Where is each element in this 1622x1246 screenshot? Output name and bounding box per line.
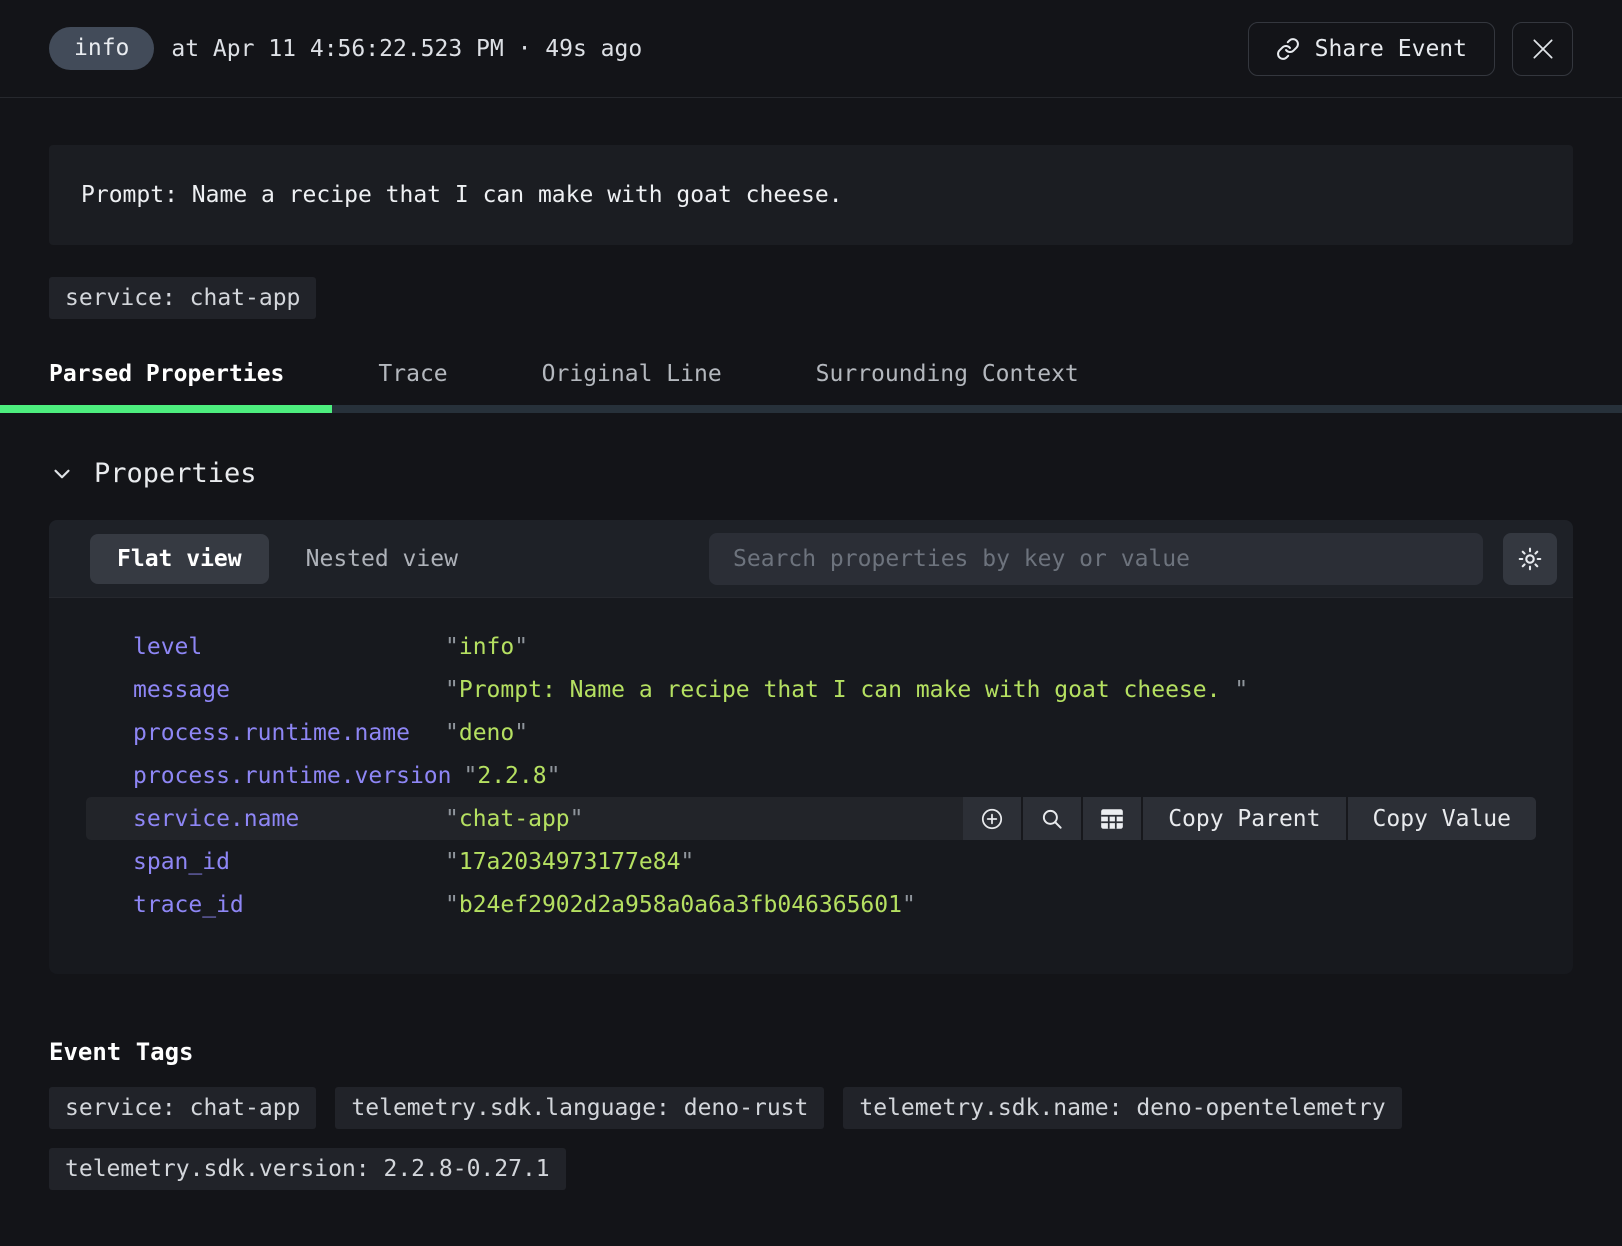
link-icon	[1276, 37, 1300, 61]
active-tab-indicator	[0, 405, 332, 413]
chevron-down-icon[interactable]	[49, 461, 75, 487]
event-message-preview: Prompt: Name a recipe that I can make wi…	[49, 145, 1573, 245]
level-badge: info	[49, 27, 154, 70]
event-tag-list: service: chat-app telemetry.sdk.language:…	[49, 1087, 1573, 1190]
event-tag[interactable]: service: chat-app	[49, 1087, 316, 1129]
property-row-service.name[interactable]: service.name"chat-app" Copy Parent Copy Va…	[86, 797, 1536, 840]
properties-section-header: Properties	[49, 458, 1573, 489]
property-key: level	[133, 634, 445, 660]
event-tag[interactable]: telemetry.sdk.language: deno-rust	[335, 1087, 824, 1129]
share-event-button[interactable]: Share Event	[1248, 22, 1495, 76]
add-column-button[interactable]	[1081, 797, 1141, 840]
property-row-process.runtime.name[interactable]: process.runtime.name"deno"	[86, 711, 1536, 754]
tab-original-line[interactable]: Original Line	[542, 361, 722, 387]
row-actions-toolbar: Copy Parent Copy Value	[963, 797, 1536, 840]
property-row-trace_id[interactable]: trace_id"b24ef2902d2a958a0a6a3fb04636560…	[86, 883, 1536, 926]
event-timestamp: at Apr 11 4:56:22.523 PM · 49s ago	[171, 36, 642, 62]
nested-view-toggle[interactable]: Nested view	[279, 534, 485, 584]
property-value: "Prompt: Name a recipe that I can make w…	[445, 677, 1248, 703]
gear-icon	[1516, 545, 1544, 573]
properties-rows: level"info"message"Prompt: Name a recipe…	[49, 598, 1573, 974]
header-actions: Share Event	[1248, 22, 1573, 76]
property-row-message[interactable]: message"Prompt: Name a recipe that I can…	[86, 668, 1536, 711]
detail-tabs: Parsed Properties Trace Original Line Surro…	[49, 361, 1573, 413]
event-message-text: Prompt: Name a recipe that I can make wi…	[81, 182, 843, 208]
event-tags-title: Event Tags	[49, 1038, 1573, 1066]
table-icon	[1099, 807, 1125, 831]
close-button[interactable]	[1512, 22, 1573, 76]
event-header: info at Apr 11 4:56:22.523 PM · 49s ago …	[0, 0, 1622, 98]
settings-button[interactable]	[1503, 533, 1557, 585]
flat-view-toggle[interactable]: Flat view	[90, 534, 269, 584]
search-icon	[1039, 806, 1065, 832]
properties-section-title: Properties	[94, 458, 257, 489]
event-tag[interactable]: telemetry.sdk.name: deno-opentelemetry	[843, 1087, 1401, 1129]
copy-value-button[interactable]: Copy Value	[1346, 797, 1536, 840]
property-row-process.runtime.version[interactable]: process.runtime.version"2.2.8"	[86, 754, 1536, 797]
properties-toolbar: Flat view Nested view	[49, 520, 1573, 598]
property-key: service.name	[133, 806, 445, 832]
copy-parent-button[interactable]: Copy Parent	[1141, 797, 1345, 840]
property-key: span_id	[133, 849, 445, 875]
property-value: "deno"	[445, 720, 528, 746]
property-value: "chat-app"	[445, 806, 584, 832]
plus-circle-icon	[979, 806, 1005, 832]
share-event-label: Share Event	[1315, 36, 1467, 62]
close-icon	[1530, 36, 1556, 62]
service-tag[interactable]: service: chat-app	[49, 277, 316, 319]
property-search-input[interactable]	[709, 533, 1483, 585]
tab-trace[interactable]: Trace	[378, 361, 447, 387]
property-value: "2.2.8"	[464, 763, 561, 789]
tab-parsed-properties[interactable]: Parsed Properties	[49, 361, 284, 387]
property-row-level[interactable]: level"info"	[86, 625, 1536, 668]
copy-parent-label: Copy Parent	[1168, 806, 1320, 832]
event-tag[interactable]: telemetry.sdk.version: 2.2.8-0.27.1	[49, 1148, 566, 1190]
property-value: "info"	[445, 634, 528, 660]
properties-panel: Flat view Nested view level"info"message…	[49, 520, 1573, 974]
property-key: message	[133, 677, 445, 703]
add-filter-button[interactable]	[963, 797, 1021, 840]
property-row-span_id[interactable]: span_id"17a2034973177e84"	[86, 840, 1536, 883]
copy-value-label: Copy Value	[1373, 806, 1511, 832]
property-key: trace_id	[133, 892, 445, 918]
property-key: process.runtime.version	[133, 763, 464, 789]
search-value-button[interactable]	[1021, 797, 1081, 840]
property-value: "b24ef2902d2a958a0a6a3fb046365601"	[445, 892, 916, 918]
tab-surrounding-context[interactable]: Surrounding Context	[816, 361, 1079, 387]
property-key: process.runtime.name	[133, 720, 445, 746]
property-value: "17a2034973177e84"	[445, 849, 694, 875]
